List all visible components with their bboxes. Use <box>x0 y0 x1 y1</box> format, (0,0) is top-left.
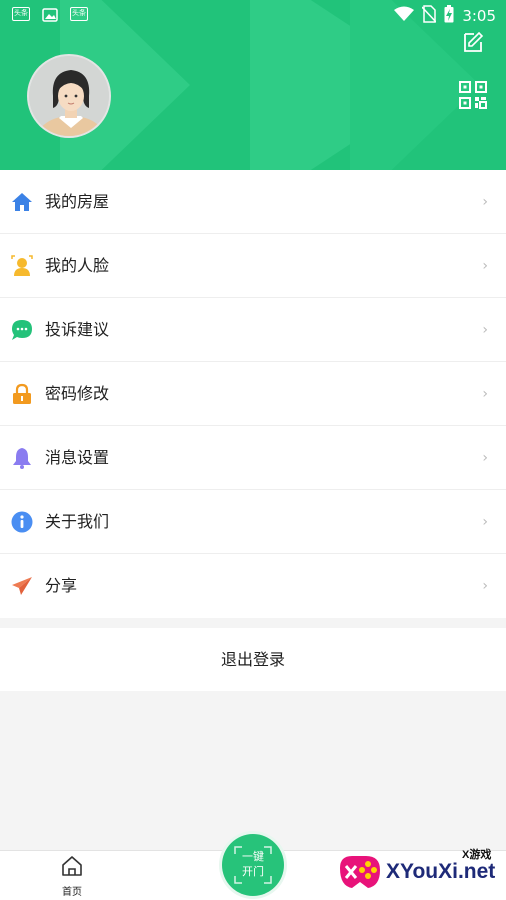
menu-item-my-face[interactable]: 我的人脸 › <box>0 234 506 298</box>
paper-plane-icon <box>11 575 33 597</box>
gamepad-logo-icon <box>340 856 380 888</box>
tab-home[interactable]: 首页 <box>52 855 92 899</box>
menu-item-label: 关于我们 <box>45 512 110 531</box>
qr-code-button[interactable] <box>459 81 487 109</box>
watermark-brand-text: XYouXi.net <box>386 860 496 883</box>
toutiao-icon: 头条 <box>70 7 88 21</box>
open-door-line2: 开门 <box>242 865 264 878</box>
face-icon <box>11 255 33 277</box>
image-icon <box>42 7 58 26</box>
menu-item-label: 分享 <box>45 576 78 595</box>
battery-charging-icon <box>444 5 454 27</box>
clock: 3:05 <box>462 7 496 25</box>
status-bar: 头条 头条 3:05 <box>0 0 506 30</box>
edit-button[interactable] <box>462 31 484 53</box>
home-icon <box>62 856 82 876</box>
info-icon <box>11 511 33 533</box>
one-tap-open-door-button[interactable]: 一键 开门 <box>222 834 284 896</box>
open-door-label: 一键 开门 <box>222 849 284 879</box>
menu-item-label: 投诉建议 <box>45 320 110 339</box>
lock-icon <box>11 383 33 405</box>
menu-item-label: 密码修改 <box>45 384 110 403</box>
profile-header: 头条 头条 3:05 <box>0 0 506 170</box>
menu-item-change-password[interactable]: 密码修改 › <box>0 362 506 426</box>
chevron-right-icon: › <box>482 258 488 274</box>
bell-icon <box>11 447 33 469</box>
chat-icon <box>11 319 33 341</box>
chevron-right-icon: › <box>482 514 488 530</box>
house-icon <box>11 191 33 213</box>
edit-icon <box>464 31 484 52</box>
logout-button[interactable]: 退出登录 <box>0 628 506 691</box>
no-sim-icon <box>421 5 437 27</box>
chevron-right-icon: › <box>482 194 488 210</box>
menu-item-share[interactable]: 分享 › <box>0 554 506 618</box>
chevron-right-icon: › <box>482 578 488 594</box>
avatar-illustration <box>29 56 109 136</box>
menu-item-label: 我的人脸 <box>45 256 110 275</box>
menu-item-label: 消息设置 <box>45 448 110 467</box>
toutiao-icon: 头条 <box>12 7 30 21</box>
menu-item-my-house[interactable]: 我的房屋 › <box>0 170 506 234</box>
open-door-line1: 一键 <box>242 850 264 863</box>
menu-item-label: 我的房屋 <box>45 192 110 211</box>
settings-menu: 我的房屋 › 我的人脸 › 投诉建议 › 密码修改 › 消息设置 › 关于我们 … <box>0 170 506 618</box>
avatar[interactable] <box>27 54 111 138</box>
qr-code-icon <box>459 81 487 109</box>
wifi-icon <box>394 6 415 26</box>
chevron-right-icon: › <box>482 386 488 402</box>
menu-item-message-settings[interactable]: 消息设置 › <box>0 426 506 490</box>
chevron-right-icon: › <box>482 322 488 338</box>
menu-item-complaint[interactable]: 投诉建议 › <box>0 298 506 362</box>
menu-item-about-us[interactable]: 关于我们 › <box>0 490 506 554</box>
tab-home-label: 首页 <box>62 887 82 898</box>
chevron-right-icon: › <box>482 450 488 466</box>
watermark: X游戏 XYouXi.net <box>336 846 506 896</box>
